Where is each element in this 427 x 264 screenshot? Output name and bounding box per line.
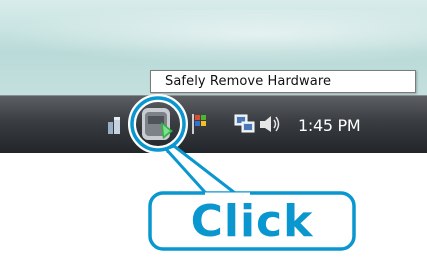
taskbar <box>0 95 427 153</box>
tooltip: Safely Remove Hardware <box>150 70 416 93</box>
system-icon[interactable] <box>107 114 121 134</box>
tooltip-text: Safely Remove Hardware <box>165 74 332 89</box>
safely-remove-hardware-icon[interactable] <box>139 106 177 142</box>
callout-connector <box>164 144 246 202</box>
network-icon[interactable] <box>234 114 256 134</box>
taskbar-clock[interactable]: 1:45 PM <box>298 116 361 135</box>
taskbar-divider <box>0 95 427 96</box>
flag-icon[interactable] <box>191 113 207 135</box>
desktop-highlight <box>0 10 427 70</box>
click-label: Click <box>190 195 314 247</box>
volume-icon[interactable] <box>259 114 281 134</box>
